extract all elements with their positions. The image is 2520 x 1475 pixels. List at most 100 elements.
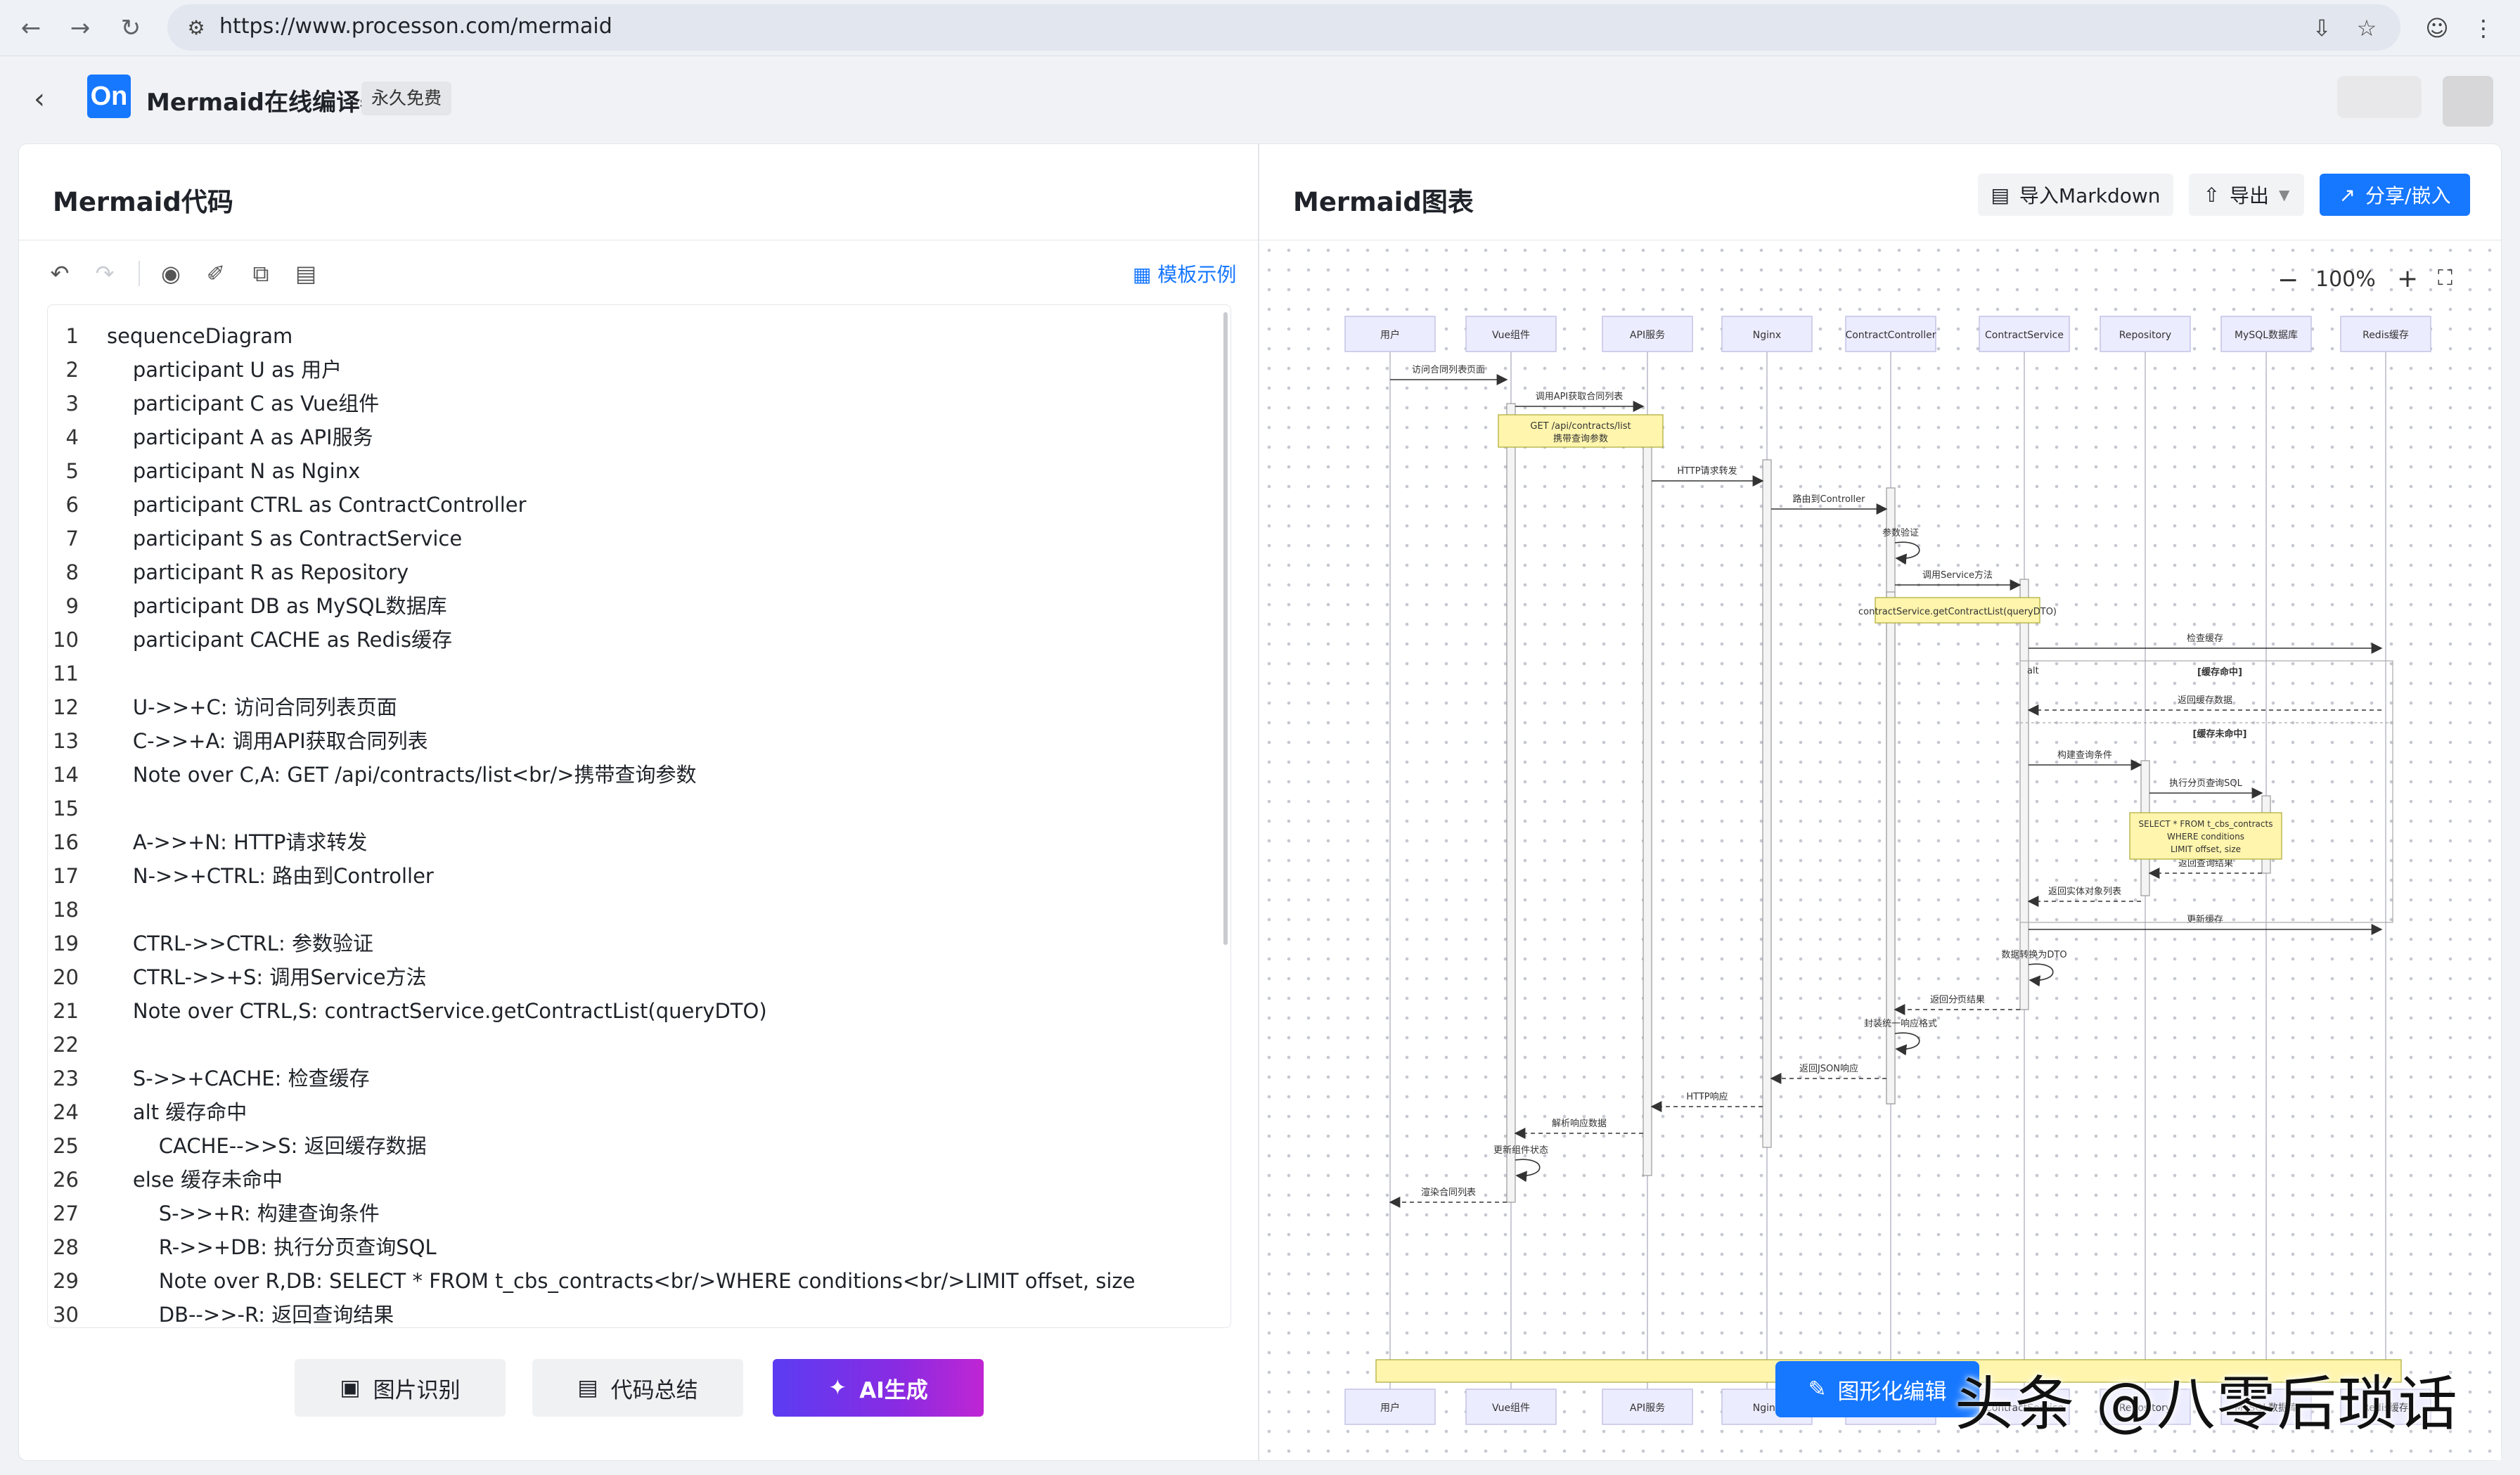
code-line[interactable]: 19 CTRL->>CTRL: 参数验证 <box>48 927 1230 960</box>
code-text: sequenceDiagram <box>107 324 293 348</box>
activation-bar <box>1506 403 1516 1203</box>
code-text: R->>+DB: 执行分页查询SQL <box>107 1235 437 1259</box>
code-text: participant S as ContractService <box>107 527 463 550</box>
code-line[interactable]: 23 S->>+CACHE: 检查缓存 <box>48 1062 1230 1095</box>
message-label: 检查缓存 <box>2187 633 2223 644</box>
graph-edit-button[interactable]: ✎ 图形化编辑 <box>1775 1361 1979 1417</box>
install-app-icon[interactable]: ⇩ <box>2303 10 2340 46</box>
code-line[interactable]: 30 DB-->>-R: 返回查询结果 <box>48 1298 1230 1327</box>
code-line[interactable]: 21 Note over CTRL,S: contractService.get… <box>48 994 1230 1028</box>
code-line[interactable]: 8 participant R as Repository <box>48 555 1230 589</box>
copy-icon[interactable]: ⧉ <box>244 257 278 290</box>
caret-down-icon: ▼ <box>2279 186 2290 203</box>
code-line[interactable]: 11 <box>48 657 1230 690</box>
message-label: 返回实体对象列表 <box>2048 887 2121 897</box>
template-link-label: 模板示例 <box>1157 263 1237 286</box>
participant-label: MySQL数据库 <box>2235 330 2298 341</box>
alt-condition: [缓存命中] <box>2197 666 2242 678</box>
line-number: 21 <box>53 999 79 1023</box>
code-text: participant CACHE as Redis缓存 <box>107 628 453 652</box>
bookmark-star-icon[interactable]: ☆ <box>2348 10 2385 46</box>
line-number: 29 <box>53 1269 79 1293</box>
import-markdown-button[interactable]: ▤ 导入Markdown <box>1978 174 2173 216</box>
message-label: 数据转换为DTO <box>2001 950 2066 960</box>
code-line[interactable]: 4 participant A as API服务 <box>48 420 1230 454</box>
import-markdown-label: 导入Markdown <box>2019 184 2161 207</box>
ai-generate-button[interactable]: ✦ AI生成 <box>773 1359 984 1417</box>
code-line[interactable]: 15 <box>48 792 1230 825</box>
undo-icon[interactable]: ↶ <box>43 257 77 290</box>
watermark-text: 头条 @八零后琐话 <box>1955 1370 2459 1438</box>
code-line[interactable]: 12 U->>+C: 访问合同列表页面 <box>48 690 1230 724</box>
share-embed-button[interactable]: ↗ 分享/嵌入 <box>2320 174 2470 216</box>
browser-forward-icon[interactable]: → <box>62 10 98 46</box>
back-icon[interactable]: ‹ <box>34 83 45 115</box>
code-line[interactable]: 9 participant DB as MySQL数据库 <box>48 589 1230 623</box>
code-text: CTRL->>CTRL: 参数验证 <box>107 932 373 955</box>
self-message-arrow <box>1515 1159 1541 1183</box>
summary-icon: ▤ <box>577 1375 598 1400</box>
template-example-link[interactable]: ▦ 模板示例 <box>1133 259 1236 288</box>
line-number: 3 <box>65 392 79 416</box>
code-line[interactable]: 28 R->>+DB: 执行分页查询SQL <box>48 1230 1230 1264</box>
code-line[interactable]: 2 participant U as 用户 <box>48 353 1230 387</box>
code-line[interactable]: 18 <box>48 893 1230 927</box>
code-text: N->>+CTRL: 路由到Controller <box>107 864 434 888</box>
code-line[interactable]: 5 participant N as Nginx <box>48 454 1230 488</box>
code-line[interactable]: 25 CACHE-->>S: 返回缓存数据 <box>48 1129 1230 1163</box>
free-badge: 永久免费 <box>361 82 452 115</box>
code-line[interactable]: 6 participant CTRL as ContractController <box>48 488 1230 522</box>
participant-label: Vue组件 <box>1492 1403 1530 1414</box>
address-bar[interactable]: ⚙ https://www.processon.com/mermaid <box>167 4 2400 51</box>
participant-label: 用户 <box>1380 1402 1400 1414</box>
code-line[interactable]: 13 C->>+A: 调用API获取合同列表 <box>48 724 1230 758</box>
participant-label: Nginx <box>1753 330 1781 341</box>
site-settings-icon[interactable]: ⚙ <box>183 14 210 41</box>
code-summary-button[interactable]: ▤ 代码总结 <box>532 1359 743 1417</box>
browser-menu-icon[interactable]: ⋮ <box>2465 10 2502 46</box>
code-text: participant U as 用户 <box>107 358 342 382</box>
activation-bar <box>2019 579 2029 1010</box>
code-text: participant N as Nginx <box>107 459 361 483</box>
code-line[interactable]: 24 alt 缓存命中 <box>48 1095 1230 1129</box>
browser-back-icon[interactable]: ← <box>13 10 49 46</box>
code-text: U->>+C: 访问合同列表页面 <box>107 695 397 719</box>
code-editor[interactable]: 1 sequenceDiagram 2 participant U as 用户 3 p… <box>47 304 1231 1328</box>
message-label: 路由到Controller <box>1793 494 1866 505</box>
redo-icon[interactable]: ↷ <box>88 257 122 290</box>
export-dropdown[interactable]: ⇧ 导出 ▼ <box>2189 174 2304 216</box>
reload-icon[interactable]: ↻ <box>112 10 149 46</box>
diagram-canvas[interactable]: − 100% + ⛶ 用户 用户 Vue组件 Vue组件 API服务 API服务 Nginx… <box>1259 240 2501 1460</box>
code-line[interactable]: 1 sequenceDiagram <box>48 319 1230 353</box>
image-recognition-button[interactable]: ▣ 图片识别 <box>295 1359 506 1417</box>
diagram-panel-title: Mermaid图表 <box>1293 187 1474 217</box>
code-line[interactable]: 29 Note over R,DB: SELECT * FROM t_cbs_c… <box>48 1264 1230 1298</box>
code-line[interactable]: 14 Note over C,A: GET /api/contracts/lis… <box>48 758 1230 792</box>
header-account-area[interactable] <box>2337 76 2422 118</box>
clear-basket-icon[interactable]: ▤ <box>289 257 323 290</box>
line-number: 1 <box>65 324 79 348</box>
code-line[interactable]: 17 N->>+CTRL: 路由到Controller <box>48 859 1230 893</box>
code-line[interactable]: 20 CTRL->>+S: 调用Service方法 <box>48 960 1230 994</box>
code-line[interactable]: 26 else 缓存未命中 <box>48 1163 1230 1197</box>
message-label: 更新缓存 <box>2187 914 2223 925</box>
url-text[interactable]: https://www.processon.com/mermaid <box>219 14 612 39</box>
code-line[interactable]: 22 <box>48 1028 1230 1062</box>
theme-palette-icon[interactable]: ◉ <box>154 257 188 290</box>
code-line[interactable]: 27 S->>+R: 构建查询条件 <box>48 1197 1230 1230</box>
format-brush-icon[interactable]: ✐ <box>199 257 233 290</box>
self-message-arrow <box>1894 541 1920 565</box>
alt-condition: [缓存未命中] <box>2193 728 2247 740</box>
code-line[interactable]: 16 A->>+N: HTTP请求转发 <box>48 825 1230 859</box>
line-number: 18 <box>53 898 79 922</box>
profile-icon[interactable]: ☺ <box>2419 10 2455 46</box>
code-line[interactable]: 7 participant S as ContractService <box>48 522 1230 555</box>
app-logo[interactable]: On <box>87 75 131 118</box>
participant-label: API服务 <box>1630 1403 1665 1414</box>
avatar[interactable] <box>2443 76 2493 127</box>
line-number: 19 <box>53 932 79 955</box>
code-line[interactable]: 10 participant CACHE as Redis缓存 <box>48 623 1230 657</box>
message-label: HTTP请求转发 <box>1677 465 1737 477</box>
code-line[interactable]: 3 participant C as Vue组件 <box>48 387 1230 420</box>
line-number: 28 <box>53 1235 79 1259</box>
